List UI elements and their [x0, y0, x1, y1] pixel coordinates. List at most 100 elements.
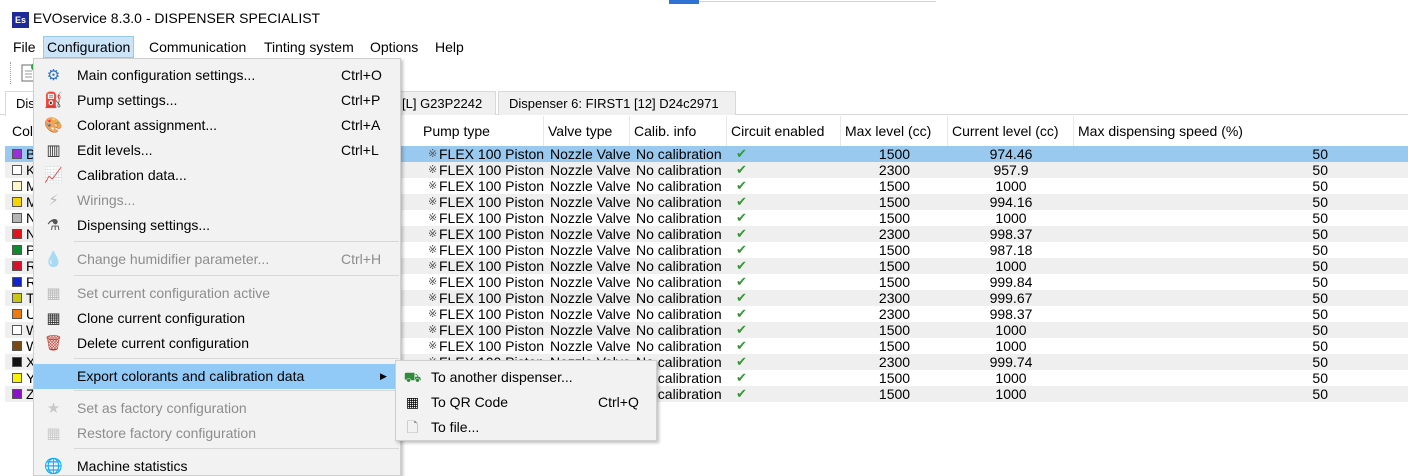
menu-item-delete-current-configuration[interactable]: 🗑 Delete current configuration — [34, 331, 400, 356]
current-level-cell: 998.37 — [989, 226, 1033, 242]
menu-item-pump-settings[interactable]: ⛽ Pump settings... Ctrl+P — [34, 88, 400, 113]
pump-type-icon: ※ — [428, 308, 438, 320]
dispense-icon: ⚗ — [46, 217, 61, 234]
delete-icon: 🗑 — [44, 335, 64, 352]
pump-type-icon: ※ — [428, 180, 438, 192]
submenu-item-to-qr-code[interactable]: ▦ To QR Code Ctrl+Q — [396, 390, 656, 415]
menu-item-edit-levels[interactable]: ▥ Edit levels... Ctrl+L — [34, 138, 400, 163]
header-current-level[interactable]: Current level (cc) — [948, 116, 1074, 146]
max-speed-cell: 50 — [1312, 386, 1328, 402]
check-icon: ✔ — [736, 322, 747, 337]
submenu-item-to-another-dispenser[interactable]: ⛟ To another dispenser... — [396, 365, 656, 390]
max-level-cell: 2300 — [878, 226, 911, 242]
menu-configuration[interactable]: Configuration — [43, 36, 135, 58]
pump-type-cell: FLEX 100 Piston — [439, 290, 545, 306]
pump-type-cell: FLEX 100 Piston — [439, 338, 545, 354]
menu-item-restore-factory-configuration: ▦ Restore factory configuration — [34, 421, 400, 446]
menu-tinting-system[interactable]: Tinting system — [261, 36, 357, 58]
menu-item-export-colorants-and-calibration-data[interactable]: Export colorants and calibration data ▶ — [34, 364, 400, 389]
menu-help[interactable]: Help — [432, 36, 467, 58]
menu-item-dispensing-settings[interactable]: ⚗ Dispensing settings... — [34, 213, 400, 238]
menu-item-label: Edit levels... — [77, 142, 153, 158]
max-speed-cell: 50 — [1312, 274, 1328, 290]
qr-code-icon: ▦ — [405, 394, 420, 410]
submenu-item-label: To another dispenser... — [431, 369, 573, 385]
current-level-cell: 1000 — [995, 370, 1027, 386]
colorant-swatch — [12, 373, 22, 383]
check-icon: ✔ — [736, 290, 747, 305]
tab-dispenser-6[interactable]: Dispenser 6: FIRST1 [12] D24c2971 — [498, 91, 736, 115]
max-level-cell: 1500 — [878, 178, 911, 194]
menu-item-label: Change humidifier parameter... — [77, 251, 270, 267]
menu-communication[interactable]: Communication — [146, 36, 249, 58]
max-level-cell: 2300 — [878, 354, 911, 370]
menu-item-shortcut: Ctrl+H — [341, 251, 382, 267]
menu-item-label: Delete current configuration — [77, 335, 249, 351]
menu-options[interactable]: Options — [367, 36, 421, 58]
current-level-cell: 999.74 — [989, 354, 1033, 370]
calib-info-cell: No calibration — [636, 306, 722, 322]
calib-info-cell: No calibration — [636, 242, 722, 258]
colorant-swatch — [12, 213, 22, 223]
pump-type-cell: FLEX 100 Piston — [439, 306, 545, 322]
menu-item-main-configuration-settings[interactable]: ⚙ Main configuration settings... Ctrl+O — [34, 63, 400, 88]
title-bar: Es EVOservice 8.3.0 - DISPENSER SPECIALI… — [0, 0, 1408, 34]
calib-info-cell: No calibration — [636, 210, 722, 226]
menu-item-label: Set current configuration active — [77, 285, 270, 301]
tab-dispenser-5[interactable]: [L] G23P2242 — [392, 91, 496, 115]
menu-item-label: Calibration data... — [77, 167, 187, 183]
menu-item-colorant-assignment[interactable]: 🎨 Colorant assignment... Ctrl+A — [34, 113, 400, 138]
header-circuit-enabled[interactable]: Circuit enabled — [727, 116, 841, 146]
max-level-cell: 1500 — [878, 322, 911, 338]
menu-item-shortcut: Ctrl+O — [341, 67, 382, 83]
pump-type-cell: FLEX 100 Piston — [439, 178, 545, 194]
colorant-swatch — [12, 229, 22, 239]
configuration-menu: ⚙ Main configuration settings... Ctrl+O ⛽ Pu… — [33, 58, 401, 476]
max-speed-cell: 50 — [1312, 370, 1328, 386]
max-level-cell: 2300 — [878, 162, 911, 178]
menu-item-machine-statistics[interactable]: 🌐 Machine statistics — [34, 454, 400, 476]
calib-info-cell: No calibration — [636, 162, 722, 178]
menu-separator — [74, 241, 399, 242]
pump-type-icon: ※ — [428, 244, 438, 256]
header-max-level[interactable]: Max level (cc) — [841, 116, 948, 146]
check-icon: ✔ — [736, 370, 747, 385]
colorant-swatch — [12, 309, 22, 319]
header-valve-type[interactable]: Valve type — [544, 116, 630, 146]
pump-type-cell: FLEX 100 Piston — [439, 210, 545, 226]
menu-item-clone-current-configuration[interactable]: ▦ Clone current configuration — [34, 306, 400, 331]
menu-bar: File Configuration Communication Tinting… — [0, 36, 1408, 58]
header-calib-info[interactable]: Calib. info — [630, 116, 727, 146]
check-icon: ✔ — [736, 226, 747, 241]
colorant-swatch — [12, 341, 22, 351]
submenu-item-to-file[interactable]: 🗋 To file... — [396, 415, 656, 440]
valve-type-cell: Nozzle Valve — [550, 146, 631, 162]
max-speed-cell: 50 — [1312, 146, 1328, 162]
pump-type-icon: ※ — [428, 196, 438, 208]
file-icon: 🗋 — [406, 419, 419, 435]
header-pump-type[interactable]: Pump type — [419, 116, 544, 146]
max-speed-cell: 50 — [1312, 338, 1328, 354]
restore-icon: ▦ — [46, 425, 61, 442]
valve-type-cell: Nozzle Valve — [550, 258, 631, 274]
pump-icon: ⛽ — [44, 92, 63, 109]
check-icon: ✔ — [736, 386, 747, 401]
current-level-cell: 974.46 — [989, 146, 1033, 162]
colorant-swatch — [12, 277, 22, 287]
pump-type-cell: FLEX 100 Piston — [439, 242, 545, 258]
max-level-cell: 1500 — [878, 210, 911, 226]
current-level-cell: 1000 — [995, 338, 1027, 354]
max-speed-cell: 50 — [1312, 210, 1328, 226]
header-max-speed[interactable]: Max dispensing speed (%) — [1074, 116, 1408, 146]
pump-type-cell: FLEX 100 Piston — [439, 226, 545, 242]
colorant-swatch — [12, 357, 22, 367]
pump-type-icon: ※ — [428, 260, 438, 272]
menu-item-calibration-data[interactable]: 📈 Calibration data... — [34, 163, 400, 188]
submenu-item-shortcut: Ctrl+Q — [598, 394, 639, 410]
colorant-swatch — [12, 181, 22, 191]
pump-type-cell: FLEX 100 Piston — [439, 194, 545, 210]
menu-separator — [74, 275, 399, 276]
menu-item-change-humidifier-parameter: 💧 Change humidifier parameter... Ctrl+H — [34, 247, 400, 272]
menu-file[interactable]: File — [10, 36, 39, 58]
valve-type-cell: Nozzle Valve — [550, 338, 631, 354]
